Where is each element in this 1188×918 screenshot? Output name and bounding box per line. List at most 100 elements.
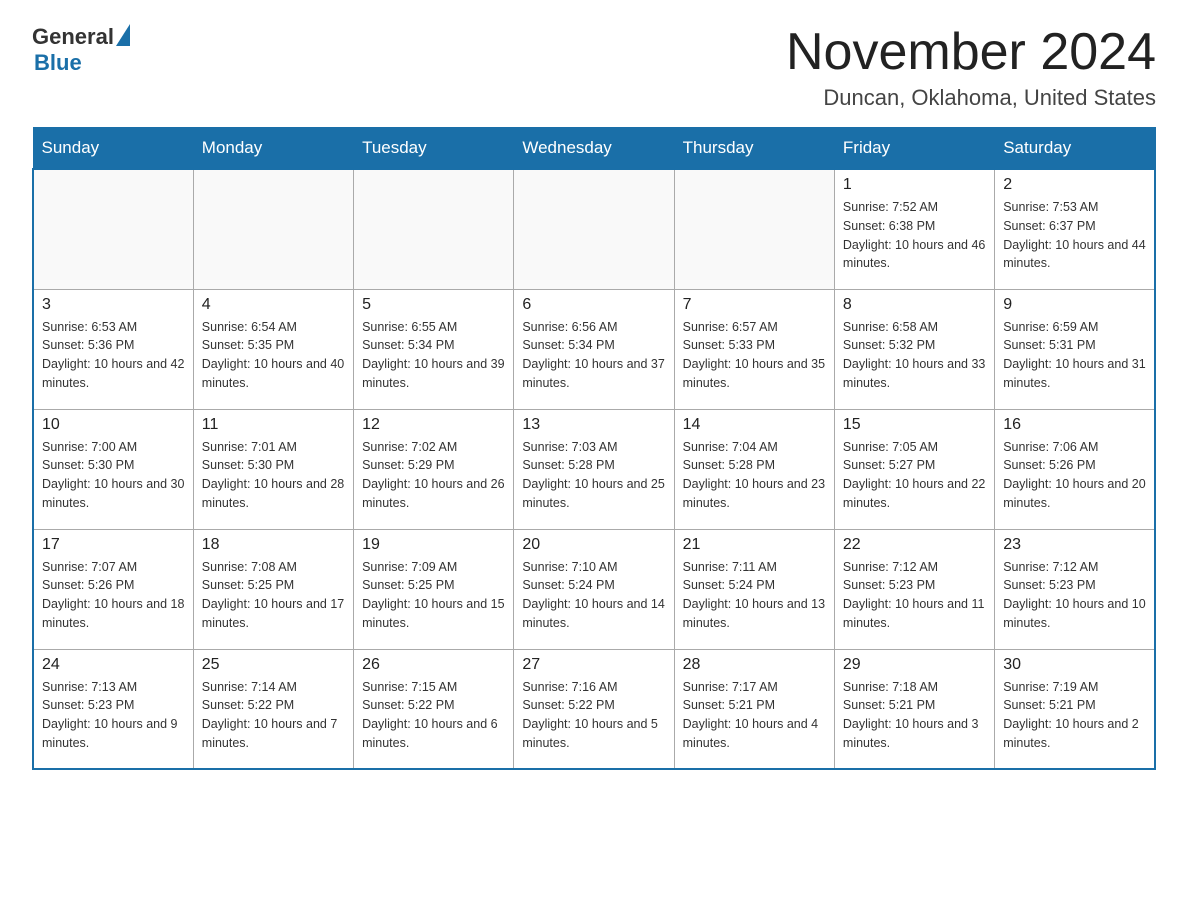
location-subtitle: Duncan, Oklahoma, United States <box>786 85 1156 111</box>
day-info: Sunrise: 7:16 AMSunset: 5:22 PMDaylight:… <box>522 678 665 753</box>
day-info: Sunrise: 6:57 AMSunset: 5:33 PMDaylight:… <box>683 318 826 393</box>
day-info: Sunrise: 6:53 AMSunset: 5:36 PMDaylight:… <box>42 318 185 393</box>
calendar-cell: 6 Sunrise: 6:56 AMSunset: 5:34 PMDaylight… <box>514 289 674 409</box>
day-number: 1 <box>843 176 986 194</box>
title-block: November 2024 Duncan, Oklahoma, United S… <box>786 24 1156 111</box>
day-info: Sunrise: 6:59 AMSunset: 5:31 PMDaylight:… <box>1003 318 1146 393</box>
calendar-cell: 5 Sunrise: 6:55 AMSunset: 5:34 PMDaylight… <box>354 289 514 409</box>
day-info: Sunrise: 7:03 AMSunset: 5:28 PMDaylight:… <box>522 438 665 513</box>
day-info: Sunrise: 7:08 AMSunset: 5:25 PMDaylight:… <box>202 558 345 633</box>
day-number: 28 <box>683 656 826 674</box>
calendar-cell: 3Sunrise: 6:53 AMSunset: 5:36 PMDaylight… <box>33 289 193 409</box>
calendar-cell: 10Sunrise: 7:00 AMSunset: 5:30 PMDayligh… <box>33 409 193 529</box>
calendar-cell: 26Sunrise: 7:15 AMSunset: 5:22 PMDayligh… <box>354 649 514 769</box>
calendar-week-row: 3Sunrise: 6:53 AMSunset: 5:36 PMDaylight… <box>33 289 1155 409</box>
calendar-cell: 8Sunrise: 6:58 AMSunset: 5:32 PMDaylight… <box>834 289 994 409</box>
calendar-week-row: 1 Sunrise: 7:52 AMSunset: 6:38 PMDaylight… <box>33 169 1155 289</box>
calendar-cell: 17 Sunrise: 7:07 AMSunset: 5:26 PMDayligh… <box>33 529 193 649</box>
calendar-cell: 7 Sunrise: 6:57 AMSunset: 5:33 PMDaylight… <box>674 289 834 409</box>
day-info: Sunrise: 7:11 AMSunset: 5:24 PMDaylight:… <box>683 558 826 633</box>
weekday-header-monday: Monday <box>193 128 353 170</box>
day-number: 26 <box>362 656 505 674</box>
calendar-cell <box>674 169 834 289</box>
calendar-cell: 18 Sunrise: 7:08 AMSunset: 5:25 PMDayligh… <box>193 529 353 649</box>
calendar-cell: 25Sunrise: 7:14 AMSunset: 5:22 PMDayligh… <box>193 649 353 769</box>
month-year-title: November 2024 <box>786 24 1156 81</box>
day-info: Sunrise: 7:12 AMSunset: 5:23 PMDaylight:… <box>1003 558 1146 633</box>
calendar-cell: 20Sunrise: 7:10 AMSunset: 5:24 PMDayligh… <box>514 529 674 649</box>
calendar-cell: 29 Sunrise: 7:18 AMSunset: 5:21 PMDayligh… <box>834 649 994 769</box>
calendar-cell: 19 Sunrise: 7:09 AMSunset: 5:25 PMDayligh… <box>354 529 514 649</box>
day-info: Sunrise: 7:04 AMSunset: 5:28 PMDaylight:… <box>683 438 826 513</box>
day-number: 13 <box>522 416 665 434</box>
logo-general-text: General <box>32 24 114 50</box>
day-info: Sunrise: 6:55 AMSunset: 5:34 PMDaylight:… <box>362 318 505 393</box>
day-number: 2 <box>1003 176 1146 194</box>
day-info: Sunrise: 7:14 AMSunset: 5:22 PMDaylight:… <box>202 678 345 753</box>
calendar-week-row: 17 Sunrise: 7:07 AMSunset: 5:26 PMDayligh… <box>33 529 1155 649</box>
calendar-cell <box>193 169 353 289</box>
day-number: 16 <box>1003 416 1146 434</box>
day-number: 9 <box>1003 296 1146 314</box>
day-info: Sunrise: 7:19 AMSunset: 5:21 PMDaylight:… <box>1003 678 1146 753</box>
weekday-header-friday: Friday <box>834 128 994 170</box>
calendar-cell: 1 Sunrise: 7:52 AMSunset: 6:38 PMDaylight… <box>834 169 994 289</box>
day-info: Sunrise: 7:05 AMSunset: 5:27 PMDaylight:… <box>843 438 986 513</box>
day-info: Sunrise: 7:18 AMSunset: 5:21 PMDaylight:… <box>843 678 986 753</box>
day-info: Sunrise: 7:13 AMSunset: 5:23 PMDaylight:… <box>42 678 185 753</box>
weekday-header-tuesday: Tuesday <box>354 128 514 170</box>
calendar-cell: 30Sunrise: 7:19 AMSunset: 5:21 PMDayligh… <box>995 649 1155 769</box>
weekday-header-sunday: Sunday <box>33 128 193 170</box>
day-info: Sunrise: 7:52 AMSunset: 6:38 PMDaylight:… <box>843 198 986 273</box>
calendar-cell <box>354 169 514 289</box>
day-number: 5 <box>362 296 505 314</box>
calendar-cell: 13 Sunrise: 7:03 AMSunset: 5:28 PMDayligh… <box>514 409 674 529</box>
day-number: 15 <box>843 416 986 434</box>
day-number: 22 <box>843 536 986 554</box>
day-number: 6 <box>522 296 665 314</box>
day-number: 29 <box>843 656 986 674</box>
weekday-header-saturday: Saturday <box>995 128 1155 170</box>
logo: General Blue <box>32 24 130 76</box>
day-number: 4 <box>202 296 345 314</box>
calendar-cell: 21Sunrise: 7:11 AMSunset: 5:24 PMDayligh… <box>674 529 834 649</box>
calendar-cell: 28 Sunrise: 7:17 AMSunset: 5:21 PMDayligh… <box>674 649 834 769</box>
day-number: 17 <box>42 536 185 554</box>
calendar-cell: 12 Sunrise: 7:02 AMSunset: 5:29 PMDayligh… <box>354 409 514 529</box>
day-number: 18 <box>202 536 345 554</box>
calendar-cell <box>514 169 674 289</box>
day-number: 7 <box>683 296 826 314</box>
calendar-cell: 4 Sunrise: 6:54 AMSunset: 5:35 PMDaylight… <box>193 289 353 409</box>
day-info: Sunrise: 7:09 AMSunset: 5:25 PMDaylight:… <box>362 558 505 633</box>
calendar-cell <box>33 169 193 289</box>
day-info: Sunrise: 7:12 AMSunset: 5:23 PMDaylight:… <box>843 558 986 633</box>
day-info: Sunrise: 7:53 AMSunset: 6:37 PMDaylight:… <box>1003 198 1146 273</box>
calendar-cell: 14 Sunrise: 7:04 AMSunset: 5:28 PMDayligh… <box>674 409 834 529</box>
logo-blue-text: Blue <box>34 50 82 76</box>
day-number: 12 <box>362 416 505 434</box>
calendar-table: SundayMondayTuesdayWednesdayThursdayFrid… <box>32 127 1156 770</box>
weekday-header-thursday: Thursday <box>674 128 834 170</box>
day-info: Sunrise: 7:01 AMSunset: 5:30 PMDaylight:… <box>202 438 345 513</box>
day-info: Sunrise: 7:17 AMSunset: 5:21 PMDaylight:… <box>683 678 826 753</box>
calendar-cell: 15 Sunrise: 7:05 AMSunset: 5:27 PMDayligh… <box>834 409 994 529</box>
day-number: 8 <box>843 296 986 314</box>
day-info: Sunrise: 7:00 AMSunset: 5:30 PMDaylight:… <box>42 438 185 513</box>
calendar-cell: 22 Sunrise: 7:12 AMSunset: 5:23 PMDayligh… <box>834 529 994 649</box>
calendar-cell: 16Sunrise: 7:06 AMSunset: 5:26 PMDayligh… <box>995 409 1155 529</box>
day-info: Sunrise: 6:54 AMSunset: 5:35 PMDaylight:… <box>202 318 345 393</box>
calendar-cell: 9 Sunrise: 6:59 AMSunset: 5:31 PMDaylight… <box>995 289 1155 409</box>
day-number: 14 <box>683 416 826 434</box>
calendar-week-row: 24Sunrise: 7:13 AMSunset: 5:23 PMDayligh… <box>33 649 1155 769</box>
logo-triangle-icon <box>116 24 130 46</box>
day-info: Sunrise: 6:56 AMSunset: 5:34 PMDaylight:… <box>522 318 665 393</box>
calendar-cell: 24Sunrise: 7:13 AMSunset: 5:23 PMDayligh… <box>33 649 193 769</box>
day-number: 23 <box>1003 536 1146 554</box>
day-info: Sunrise: 7:02 AMSunset: 5:29 PMDaylight:… <box>362 438 505 513</box>
calendar-cell: 11 Sunrise: 7:01 AMSunset: 5:30 PMDayligh… <box>193 409 353 529</box>
day-number: 19 <box>362 536 505 554</box>
day-number: 11 <box>202 416 345 434</box>
day-info: Sunrise: 7:07 AMSunset: 5:26 PMDaylight:… <box>42 558 185 633</box>
calendar-cell: 2 Sunrise: 7:53 AMSunset: 6:37 PMDaylight… <box>995 169 1155 289</box>
day-number: 27 <box>522 656 665 674</box>
